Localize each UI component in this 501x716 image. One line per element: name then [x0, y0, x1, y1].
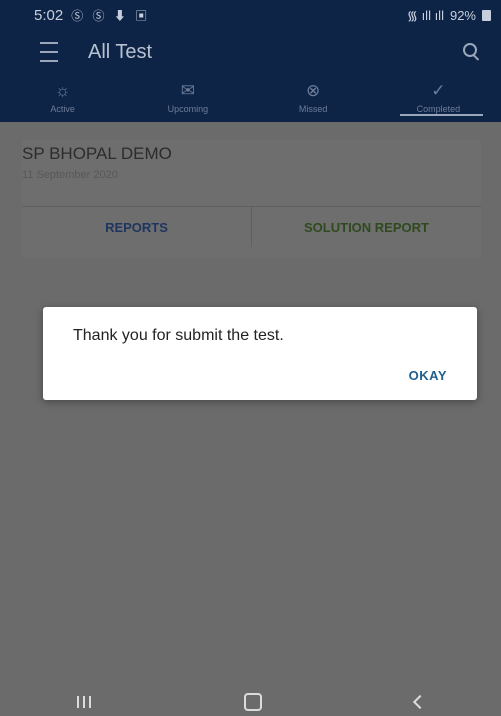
menu-icon[interactable] — [40, 42, 70, 62]
status-bar: 5:02 Ⓢ Ⓢ ⬇ ▣ ᯾ ıll ıll 92% — [0, 0, 501, 30]
status-time: 5:02 — [34, 6, 64, 24]
tab-bar: ☼ Active ✉ Upcoming ⊗ Missed ✓ Completed — [0, 74, 501, 122]
tab-active[interactable]: ☼ Active — [0, 74, 125, 122]
signal-icon: ᯾ ıll ıll — [406, 8, 444, 23]
tab-label: Active — [50, 104, 75, 114]
page-title: All Test — [88, 40, 153, 63]
tab-missed[interactable]: ⊗ Missed — [251, 74, 376, 122]
card-actions: REPORTS SOLUTION REPORT — [22, 206, 481, 247]
test-date: 11 September 2020 — [22, 169, 118, 181]
status-right: ᯾ ıll ıll 92% — [407, 6, 491, 24]
battery-icon — [482, 9, 491, 21]
test-title: SP BHOPAL DEMO — [22, 144, 172, 163]
solution-report-button[interactable]: SOLUTION REPORT — [252, 207, 481, 247]
search-icon[interactable] — [463, 43, 481, 61]
tab-label: Completed — [416, 104, 461, 114]
home-icon[interactable] — [243, 693, 262, 711]
system-nav-bar — [0, 688, 501, 716]
app-bar: All Test — [0, 30, 501, 74]
tab-label: Upcoming — [167, 104, 209, 114]
tab-upcoming[interactable]: ✉ Upcoming — [125, 74, 250, 122]
cross-circle-icon: ⊗ — [306, 81, 321, 100]
recents-icon[interactable] — [76, 696, 91, 708]
back-icon[interactable] — [412, 694, 427, 710]
tab-label: Missed — [298, 104, 328, 114]
reports-button[interactable]: REPORTS — [22, 207, 252, 247]
megaphone-icon: ✉ — [180, 81, 195, 100]
test-card: SP BHOPAL DEMO 11 September 2020 REPORTS… — [22, 140, 481, 258]
notification-icons: Ⓢ Ⓢ ⬇ ▣ — [71, 8, 151, 23]
okay-button[interactable]: OKAY — [409, 368, 447, 383]
confirmation-dialog: Thank you for submit the test. OKAY — [43, 307, 477, 400]
battery-percent: 92% — [449, 7, 476, 23]
tab-completed[interactable]: ✓ Completed — [376, 74, 501, 122]
content-area: SP BHOPAL DEMO 11 September 2020 REPORTS… — [0, 122, 501, 688]
check-circle-icon: ✓ — [431, 81, 446, 100]
dialog-message: Thank you for submit the test. — [73, 327, 284, 344]
sun-icon: ☼ — [54, 81, 71, 100]
